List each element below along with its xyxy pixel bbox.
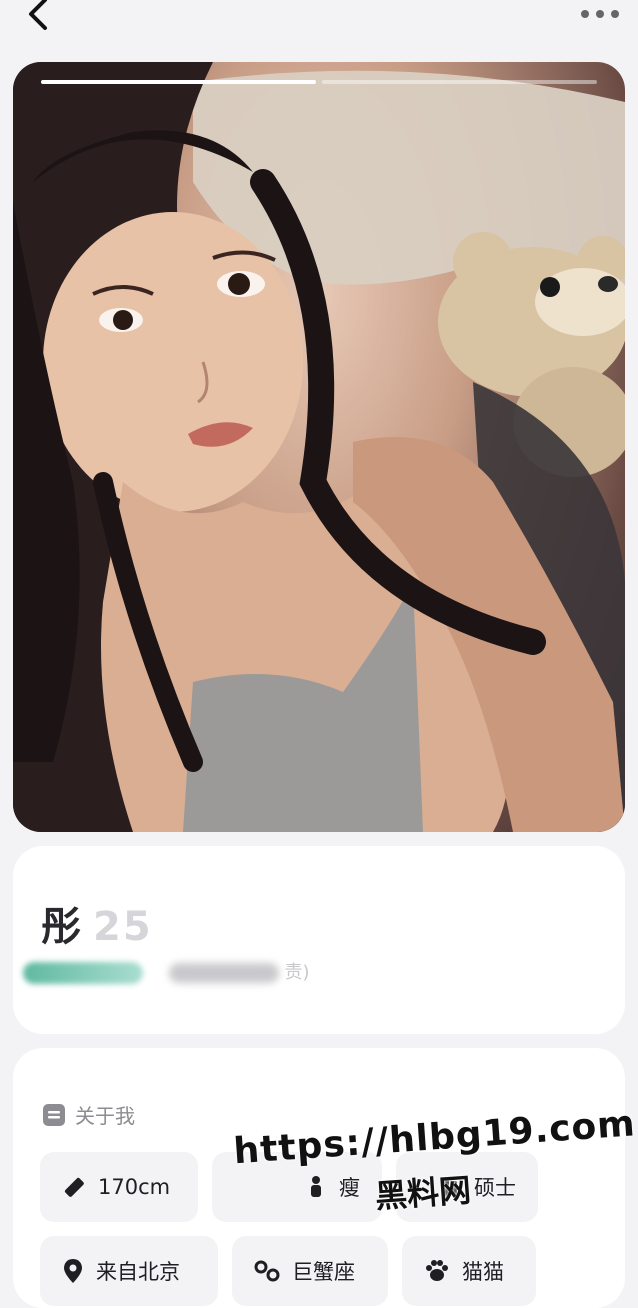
tag-location: 来自北京 bbox=[40, 1236, 218, 1306]
location-icon bbox=[64, 1259, 82, 1283]
subtitle-tail: 责) bbox=[284, 962, 310, 983]
photo-progress-indicator bbox=[41, 80, 597, 84]
tag-label: 170cm bbox=[98, 1175, 171, 1199]
photo-progress-segment bbox=[322, 80, 597, 84]
redacted-blur bbox=[168, 963, 279, 983]
paw-icon bbox=[426, 1260, 448, 1281]
more-dots-icon bbox=[581, 10, 619, 18]
profile-name-age: 彤 25 bbox=[41, 894, 153, 952]
profile-info-card: 彤 25 责) bbox=[13, 846, 625, 1034]
about-me-header: 关于我 bbox=[43, 1100, 135, 1129]
profile-photo[interactable] bbox=[13, 62, 625, 832]
photo-illustration bbox=[13, 62, 625, 832]
tag-label: 猫猫 bbox=[462, 1260, 504, 1284]
ruler-icon bbox=[64, 1177, 84, 1197]
about-me-title: 关于我 bbox=[75, 1104, 135, 1128]
tag-pet: 猫猫 bbox=[402, 1236, 536, 1306]
photo-progress-segment bbox=[41, 80, 316, 84]
redacted-blur bbox=[23, 962, 143, 984]
profile-subtitle: 责) bbox=[23, 958, 310, 984]
tag-height: 170cm bbox=[40, 1152, 198, 1222]
chevron-left-icon bbox=[29, 0, 47, 30]
profile-card-icon bbox=[43, 1103, 65, 1126]
back-button[interactable] bbox=[18, 0, 58, 34]
profile-age: 25 bbox=[93, 904, 153, 950]
more-options-button[interactable] bbox=[578, 0, 622, 28]
watermark-text: 黑料网 bbox=[373, 1170, 473, 1216]
tag-label: 来自北京 bbox=[96, 1260, 180, 1284]
cancer-zodiac-icon bbox=[254, 1260, 280, 1282]
tag-label: 巨蟹座 bbox=[292, 1260, 355, 1284]
top-bar bbox=[0, 0, 638, 40]
profile-name: 彤 bbox=[41, 904, 83, 950]
